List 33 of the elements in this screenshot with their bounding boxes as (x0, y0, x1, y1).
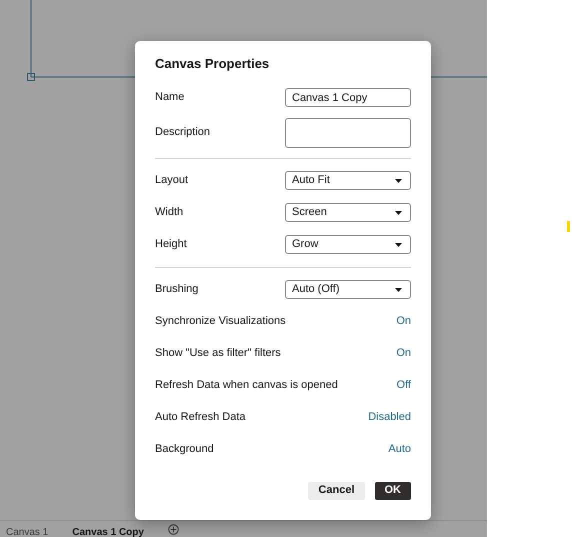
setting-link[interactable]: On (396, 313, 411, 330)
canvas-tab[interactable]: Canvas 1 (6, 527, 48, 537)
dropdown-select[interactable]: Auto (Off) (285, 280, 411, 299)
dropdown-select[interactable]: Auto Fit (285, 171, 411, 190)
dropdown-select[interactable]: Grow (285, 235, 411, 254)
field-label: Show "Use as filter" filters (155, 346, 281, 362)
field-label: Brushing (155, 282, 198, 298)
canvas-tab[interactable]: Canvas 1 Copy (72, 527, 144, 537)
caret-icon (395, 210, 402, 214)
caret-icon (395, 288, 402, 292)
cancel-button[interactable]: Cancel (308, 482, 364, 500)
add-icon[interactable] (168, 524, 179, 535)
field-label: Layout (155, 173, 188, 188)
name-input[interactable]: Canvas 1 Copy (285, 88, 411, 107)
setting-link[interactable]: On (396, 345, 411, 362)
setting-link[interactable]: Auto (388, 441, 411, 458)
field-label: Description (155, 125, 210, 140)
ok-button[interactable]: OK (374, 482, 411, 500)
description-input[interactable] (285, 118, 411, 148)
field-label: Background (155, 442, 214, 458)
field-label: Width (155, 205, 184, 220)
edge-marker (567, 221, 570, 232)
field-label: Refresh Data when canvas is opened (155, 378, 338, 394)
field-label: Height (155, 237, 187, 252)
caret-icon (395, 242, 402, 246)
caret-icon (395, 178, 402, 182)
field-label: Name (155, 90, 184, 106)
field-label: Synchronize Visualizations (155, 314, 286, 330)
setting-link[interactable]: Off (396, 377, 411, 394)
dialog-title: Canvas Properties (155, 55, 270, 73)
dropdown-select[interactable]: Screen (285, 203, 411, 222)
setting-link[interactable]: Disabled (368, 409, 411, 426)
field-label: Auto Refresh Data (155, 410, 246, 426)
